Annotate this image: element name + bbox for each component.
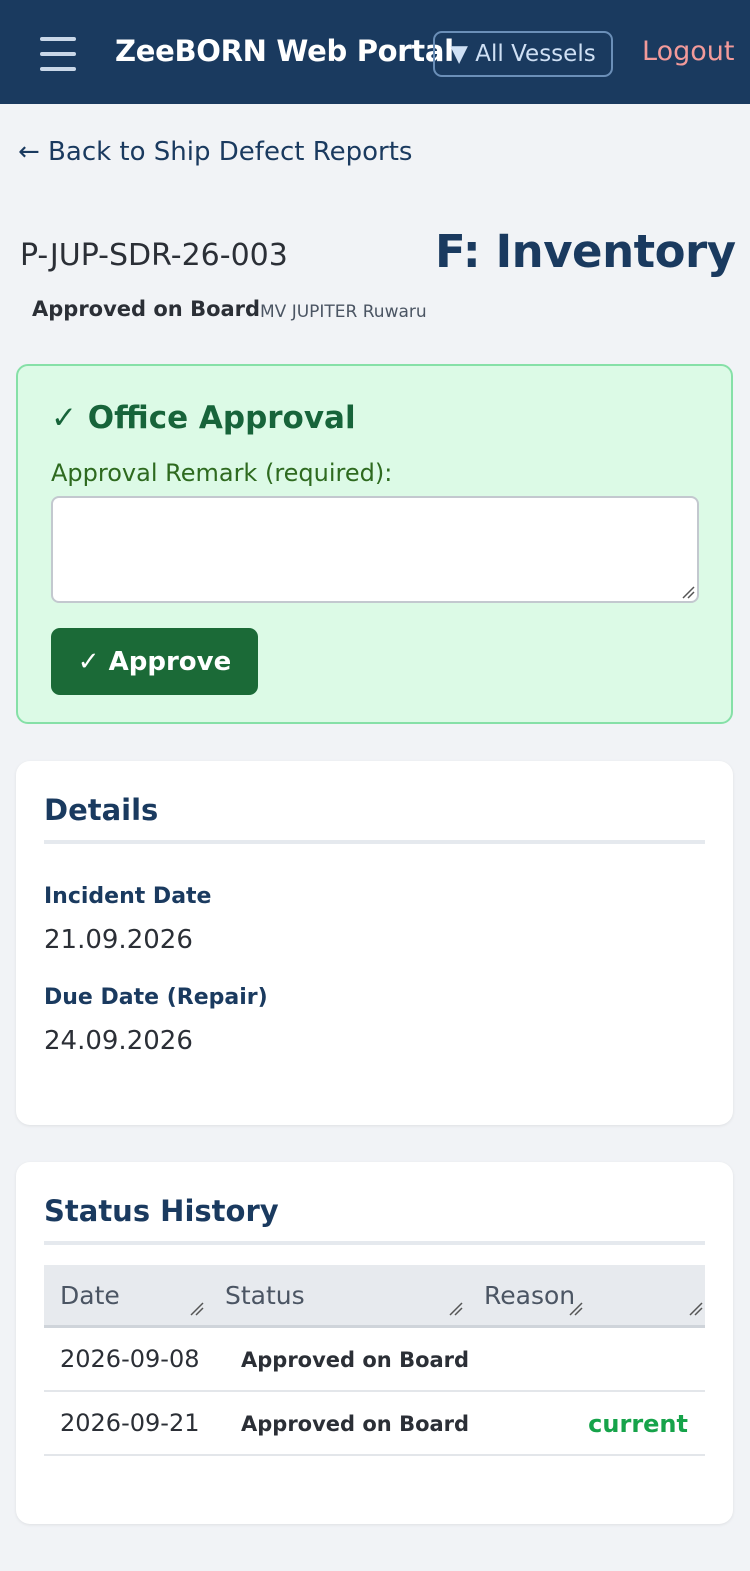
- column-header-status[interactable]: Status: [225, 1281, 305, 1310]
- table-row: 2026-09-08 Approved on Board: [44, 1328, 705, 1392]
- column-resize-icon[interactable]: [190, 1302, 204, 1316]
- report-number: P-JUP-SDR-26-003: [20, 238, 288, 273]
- details-card: Details Incident Date 21.09.2026 Due Dat…: [16, 761, 733, 1125]
- logout-link[interactable]: Logout: [642, 36, 734, 67]
- history-status: Approved on Board: [241, 1412, 470, 1436]
- column-header-date[interactable]: Date: [60, 1281, 120, 1310]
- office-approval-heading: ✓ Office Approval: [51, 400, 356, 436]
- report-title: F: Inventory: [435, 225, 736, 278]
- textarea-resize-icon[interactable]: [681, 585, 695, 599]
- column-resize-icon[interactable]: [449, 1302, 463, 1316]
- top-bar: ZeeBORN Web Portal ▼ All Vessels Logout: [0, 0, 750, 104]
- table-header-row: Date Status Reason: [44, 1265, 705, 1328]
- menu-icon[interactable]: [40, 37, 76, 71]
- approval-remark-input[interactable]: [51, 496, 699, 603]
- incident-date-value: 21.09.2026: [44, 925, 193, 955]
- history-date: 2026-09-08: [60, 1345, 200, 1373]
- back-to-reports-link[interactable]: ← Back to Ship Defect Reports: [18, 137, 412, 167]
- due-date-value: 24.09.2026: [44, 1026, 193, 1056]
- approval-remark-label: Approval Remark (required):: [51, 459, 393, 487]
- history-date: 2026-09-21: [60, 1409, 200, 1437]
- column-resize-icon[interactable]: [569, 1302, 583, 1316]
- report-status: Approved on Board: [32, 297, 261, 321]
- approve-button[interactable]: ✓ Approve: [51, 628, 258, 695]
- due-date-label: Due Date (Repair): [44, 985, 268, 1010]
- column-header-reason[interactable]: Reason: [484, 1281, 575, 1310]
- current-badge: current: [588, 1410, 688, 1438]
- column-resize-icon[interactable]: [689, 1302, 703, 1316]
- history-status: Approved on Board: [241, 1348, 470, 1372]
- incident-date-label: Incident Date: [44, 884, 212, 909]
- divider: [44, 840, 705, 844]
- vessel-filter-dropdown[interactable]: ▼ All Vessels: [433, 31, 613, 77]
- table-row: 2026-09-21 Approved on Board current: [44, 1392, 705, 1456]
- vessel-name: MV JUPITER Ruwaru: [260, 302, 427, 322]
- divider: [44, 1241, 705, 1245]
- office-approval-panel: ✓ Office Approval Approval Remark (requi…: [16, 364, 733, 724]
- app-title: ZeeBORN Web Portal: [115, 34, 454, 68]
- status-history-card: Status History Date Status Reason 2026-0…: [16, 1162, 733, 1524]
- details-heading: Details: [44, 793, 159, 827]
- status-history-table: Date Status Reason 2026-09-08 Approved o…: [44, 1265, 705, 1456]
- status-history-heading: Status History: [44, 1194, 279, 1228]
